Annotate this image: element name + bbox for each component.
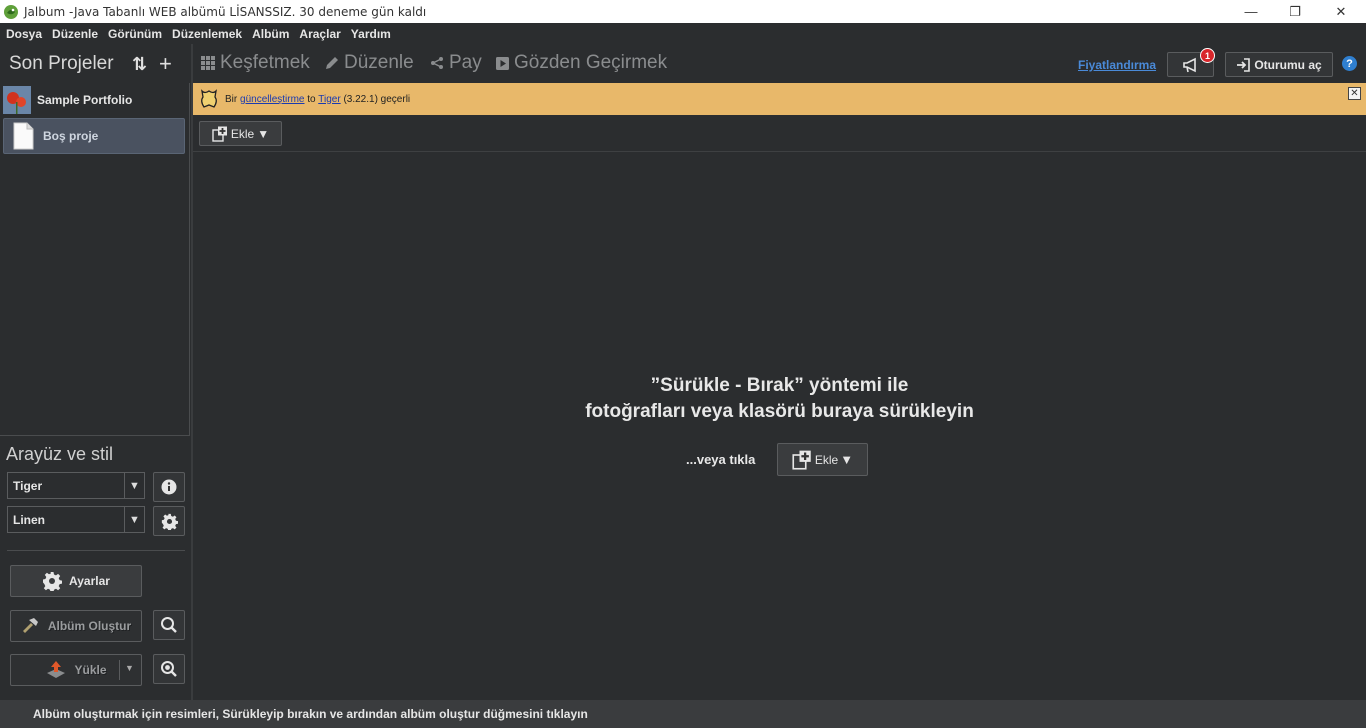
login-icon: [1237, 57, 1251, 72]
menu-bar: Dosya Düzenle Görünüm Düzenlemek Albüm A…: [0, 23, 1366, 44]
update-notification: Bir güncelleştirme to Tiger (3.22.1) geç…: [193, 83, 1366, 115]
add-toolbar: Ekle ▼: [193, 115, 1366, 152]
add-project-icon[interactable]: +: [159, 51, 172, 77]
skin-info-button[interactable]: [153, 472, 185, 502]
tab-review[interactable]: Gözden Geçirmek: [496, 52, 667, 74]
chevron-down-icon[interactable]: ▼: [125, 663, 134, 673]
play-icon: [496, 56, 509, 70]
menu-album[interactable]: Albüm: [248, 27, 295, 41]
megaphone-icon: [1182, 57, 1196, 72]
pricing-link[interactable]: Fiyatlandırma: [1078, 58, 1156, 72]
settings-button[interactable]: Ayarlar: [10, 565, 142, 597]
or-click-label: ...veya tıkla: [686, 452, 756, 467]
info-icon: [161, 479, 177, 495]
drop-instruction-line2: fotoğrafları veya klasörü buraya sürükle…: [585, 401, 974, 422]
close-icon[interactable]: ✕: [1348, 87, 1361, 100]
chevron-down-icon: ▼: [840, 452, 854, 467]
menu-organize[interactable]: Düzenlemek: [168, 27, 248, 41]
gear-icon: [161, 513, 178, 530]
tab-explore[interactable]: Keşfetmek: [201, 52, 310, 74]
add-files-icon: [792, 450, 811, 470]
project-thumbnail-icon: [3, 86, 31, 114]
grid-icon: [201, 56, 215, 70]
chevron-down-icon: ▼: [124, 507, 144, 532]
drop-add-label: Ekle: [814, 452, 839, 467]
restore-icon: ❐: [1289, 3, 1301, 19]
skin-select[interactable]: Tiger ▼: [7, 472, 145, 499]
skin-update-icon: [201, 89, 217, 108]
document-icon: [13, 122, 34, 150]
close-button[interactable]: ✕: [1318, 0, 1364, 23]
help-icon[interactable]: ?: [1342, 56, 1357, 71]
notification-text: Bir güncelleştirme to Tiger (3.22.1) geç…: [225, 94, 410, 105]
minimize-icon: —: [1244, 4, 1258, 19]
tab-edit-label: Düzenle: [344, 52, 414, 73]
left-panel: Son Projeler ⇅ + Sample Portfolio Boş pr…: [0, 44, 191, 700]
title-bar: Jalbum -Java Tabanlı WEB albümü LİSANSSI…: [0, 0, 1366, 23]
recent-projects-title: Son Projeler: [9, 52, 114, 74]
project-list: Sample Portfolio Boş proje: [0, 83, 190, 436]
notification-badge: 1: [1200, 48, 1215, 63]
tab-edit[interactable]: Düzenle: [325, 52, 414, 74]
skin-value: Tiger: [13, 478, 43, 493]
add-button[interactable]: Ekle ▼: [199, 121, 282, 146]
menu-help[interactable]: Yardım: [347, 27, 397, 41]
share-icon: [431, 57, 443, 69]
style-value: Linen: [13, 512, 45, 527]
update-link[interactable]: güncelleştirme: [240, 94, 304, 105]
drop-area[interactable]: ”Sürükle - Bırak” yöntemi ile fotoğrafla…: [193, 152, 1366, 700]
restore-button[interactable]: ❐: [1272, 0, 1318, 23]
divider: [119, 660, 120, 680]
view-online-button[interactable]: [153, 654, 185, 684]
menu-view[interactable]: Görünüm: [104, 27, 168, 41]
tab-explore-label: Keşfetmek: [220, 52, 310, 73]
notification-prefix: Bir: [225, 93, 238, 105]
project-name: Sample Portfolio: [37, 93, 133, 107]
close-icon: ✕: [1335, 3, 1347, 19]
preview-button[interactable]: [153, 610, 185, 640]
upload-button[interactable]: Yükle ▼: [10, 654, 142, 686]
menu-file[interactable]: Dosya: [2, 27, 48, 41]
drop-instruction-line1: ”Sürükle - Bırak” yöntemi ile: [650, 375, 909, 396]
chevron-down-icon: ▼: [124, 473, 144, 498]
menu-edit[interactable]: Düzenle: [48, 27, 104, 41]
style-settings-button[interactable]: [153, 506, 185, 536]
jalbum-logo-icon: [4, 4, 18, 19]
tiger-link[interactable]: Tiger: [318, 94, 340, 105]
status-text: Albüm oluşturmak için resimleri, Sürükle…: [33, 707, 588, 721]
menu-tools[interactable]: Araçlar: [295, 27, 346, 41]
main-toolbar: Keşfetmek Düzenle Pay Gözden Geçirmek Fi…: [193, 44, 1366, 83]
add-files-icon: [212, 126, 227, 142]
zoom-icon: [161, 661, 177, 677]
tab-share[interactable]: Pay: [430, 52, 482, 74]
notification-suffix: (3.22.1) geçerli: [343, 93, 411, 105]
sort-icon[interactable]: ⇅: [132, 54, 147, 75]
gear-icon: [43, 572, 63, 591]
search-icon: [161, 617, 177, 633]
settings-label: Ayarlar: [69, 574, 110, 588]
make-album-label: Albüm Oluştur: [47, 619, 132, 633]
upload-label: Yükle: [74, 663, 107, 677]
tab-share-label: Pay: [449, 52, 482, 73]
add-label: Ekle: [230, 126, 255, 141]
login-button[interactable]: Oturumu aç: [1225, 52, 1333, 77]
pencil-icon: [326, 57, 338, 69]
project-item-empty[interactable]: Boş proje: [3, 118, 185, 154]
style-select[interactable]: Linen ▼: [7, 506, 145, 533]
drop-add-button[interactable]: Ekle ▼: [777, 443, 868, 476]
notification-mid: to: [307, 93, 316, 105]
make-album-button[interactable]: Albüm Oluştur: [10, 610, 142, 642]
divider: [7, 550, 185, 551]
chevron-down-icon: ▼: [257, 126, 270, 141]
project-item-sample-portfolio[interactable]: Sample Portfolio: [3, 83, 185, 117]
upload-icon: [47, 661, 66, 678]
hammer-icon: [22, 618, 38, 633]
login-label: Oturumu aç: [1254, 57, 1322, 72]
minimize-button[interactable]: —: [1228, 0, 1274, 23]
style-section-title: Arayüz ve stil: [6, 444, 114, 464]
project-name: Boş proje: [43, 129, 99, 143]
tab-review-label: Gözden Geçirmek: [514, 52, 668, 73]
window-title: Jalbum -Java Tabanlı WEB albümü LİSANSSI…: [24, 4, 427, 19]
status-bar: Albüm oluşturmak için resimleri, Sürükle…: [0, 700, 1366, 728]
